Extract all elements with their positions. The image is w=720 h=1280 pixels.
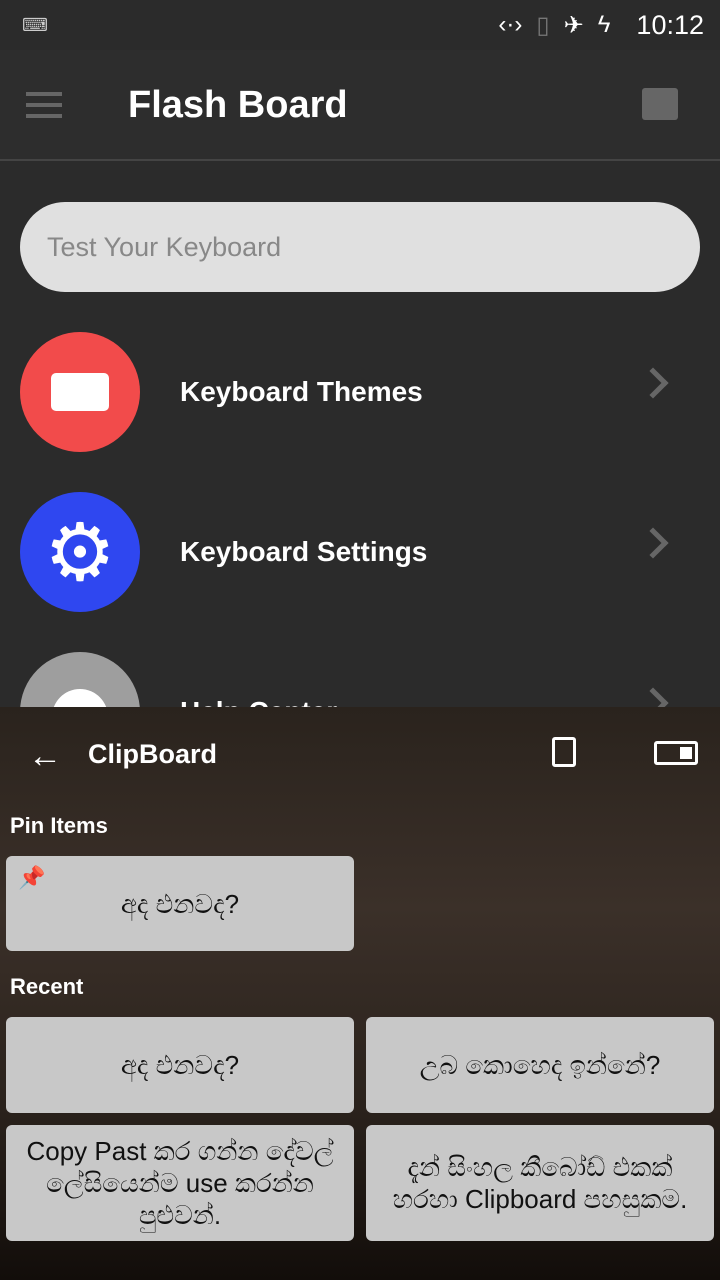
keyboard-icon: ⌨ — [22, 14, 48, 35]
recent-clip-item[interactable]: අද එනවද? — [6, 1017, 354, 1113]
chevron-right-icon — [637, 367, 669, 399]
no-sim-icon: ▯ — [536, 11, 550, 39]
pinned-clip-item[interactable]: 📌 අද එනවද? — [6, 856, 354, 951]
toggle-icon[interactable] — [654, 741, 698, 765]
back-arrow-icon[interactable]: ← — [28, 737, 62, 776]
recent-clip-item[interactable]: Copy Past කර ගන්න දේවල් ලේසියෙන්ම use කර… — [6, 1125, 354, 1241]
clipboard-title: ClipBoard — [88, 739, 218, 769]
status-bar: ⌨ ‹·› ▯ ✈ ϟ 10:12 — [0, 0, 720, 50]
recent-clip-item[interactable]: උබ කොහෙද ඉන්නේ? — [366, 1017, 714, 1113]
pin-icon: 📌 — [18, 865, 46, 890]
clipboard-panel: ← ClipBoard Pin Items 📌 අද එනවද? Recent … — [0, 707, 720, 1280]
clip-text: අද එනවද? — [120, 888, 240, 919]
store-icon[interactable] — [642, 88, 678, 120]
recent-heading: Recent — [10, 974, 84, 999]
airplane-icon: ✈ — [563, 11, 584, 39]
test-keyboard-input[interactable]: Test Your Keyboard — [20, 202, 700, 292]
battery-charging-icon: ϟ — [597, 11, 611, 38]
recent-clip-item[interactable]: දැන් සිංහල කීබෝඩ් එකක් හරහා Clipboard පහ… — [366, 1125, 714, 1241]
menu-item-label: Keyboard Themes — [180, 376, 423, 407]
menu-item-label: Keyboard Settings — [180, 536, 428, 567]
data-transfer-icon: ‹·› — [498, 11, 523, 38]
keyboard-icon — [20, 332, 140, 452]
menu-item-keyboard-themes[interactable]: Keyboard Themes — [0, 332, 720, 452]
app-title: Flash Board — [128, 84, 348, 126]
app-bar: Flash Board — [0, 50, 720, 161]
chevron-right-icon — [637, 527, 669, 559]
menu-item-keyboard-settings[interactable]: ⚙ Keyboard Settings — [0, 492, 720, 612]
gear-icon: ⚙ — [20, 492, 140, 612]
hamburger-menu-icon[interactable] — [26, 92, 62, 125]
pin-items-heading: Pin Items — [10, 813, 108, 838]
clipboard-icon[interactable] — [552, 737, 576, 767]
clock: 10:12 — [636, 9, 704, 40]
